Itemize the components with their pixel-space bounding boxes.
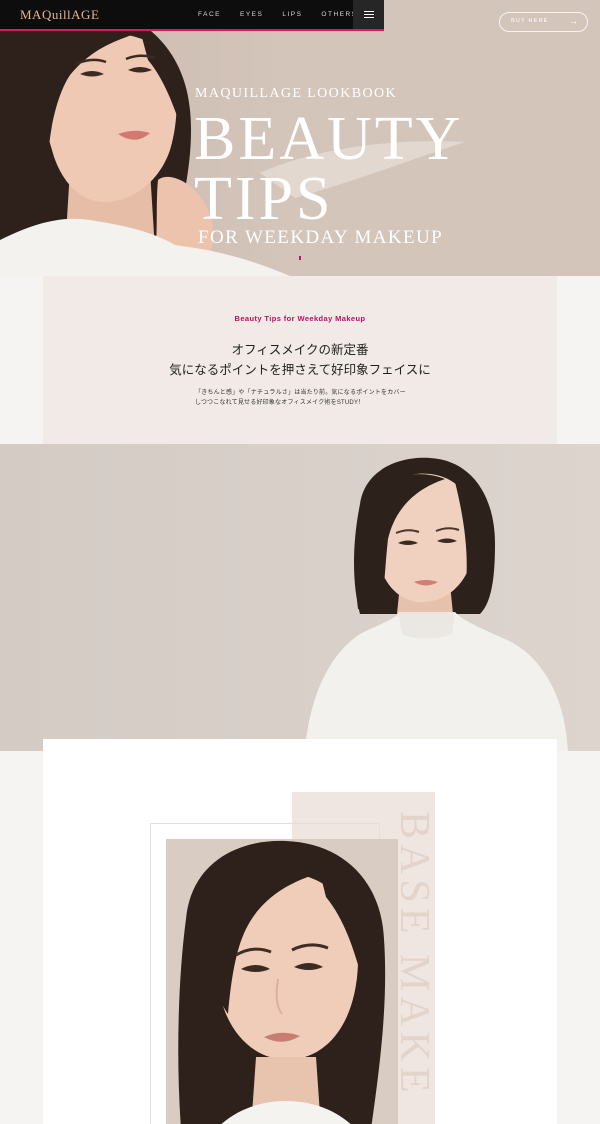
buy-here-button[interactable]: BUY HERE →	[499, 12, 588, 32]
intro-heading-line2: 気になるポイントを押さえて好印象フェイスに	[169, 362, 431, 377]
portrait-model-photo	[0, 444, 600, 751]
base-make-section: BASE MAKE	[43, 739, 557, 1124]
arrow-right-icon: →	[569, 16, 578, 26]
portrait-band	[0, 444, 600, 751]
hero-subtitle: FOR WEEKDAY MAKEUP	[198, 227, 444, 248]
hamburger-menu-button[interactable]	[353, 0, 384, 29]
scroll-indicator	[299, 256, 301, 260]
brand-logo[interactable]: MAQuillAGE	[20, 7, 99, 23]
hero-section: MAQUILLAGE LOOKBOOK BEAUTY TIPS FOR WEEK…	[0, 0, 600, 276]
base-make-model-photo	[166, 839, 398, 1124]
nav-item-eyes[interactable]: EYES	[240, 11, 263, 18]
buy-here-label: BUY HERE	[511, 18, 549, 24]
nav-item-face[interactable]: FACE	[198, 11, 221, 18]
top-navigation-bar: MAQuillAGE FACE EYES LIPS OTHERS	[0, 0, 384, 31]
hero-eyebrow: MAQUILLAGE LOOKBOOK	[195, 86, 397, 101]
intro-heading-line1: オフィスメイクの新定番	[231, 342, 369, 357]
intro-eyebrow: Beauty Tips for Weekday Makeup	[234, 314, 366, 323]
intro-body-line2: しつつこなれて見せる好印象なオフィスメイク術をSTUDY！	[195, 400, 365, 406]
intro-section: Beauty Tips for Weekday Makeup オフィスメイクの新…	[43, 276, 557, 458]
hero-title-line1: BEAUTY	[194, 105, 464, 173]
intro-body-line1: 「きちんと感」や「ナチュラルさ」は当たり前。気になるポイントをカバー	[195, 390, 406, 396]
hero-title-line2: TIPS	[194, 165, 334, 233]
main-nav: FACE EYES LIPS OTHERS	[198, 0, 358, 29]
hamburger-icon	[363, 11, 374, 18]
nav-item-lips[interactable]: LIPS	[282, 11, 302, 18]
